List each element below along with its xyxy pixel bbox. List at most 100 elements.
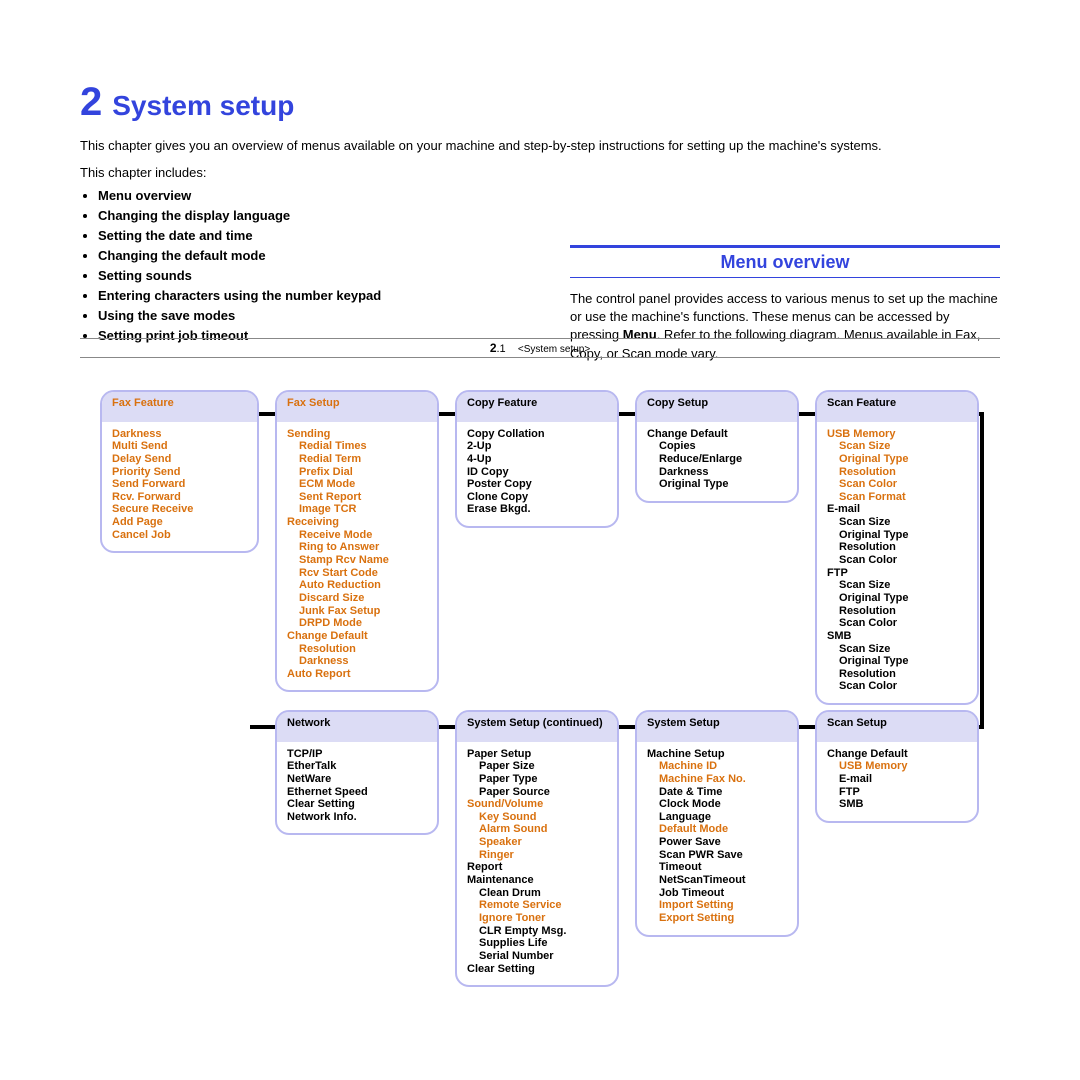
menu-item: NetScanTimeout [647,874,787,887]
menu-item: Scan Color [827,478,967,491]
menu-item: Clean Drum [467,887,607,900]
connector [980,412,984,727]
menu-item: Machine Setup [647,748,787,761]
menu-box-network: Network TCP/IP EtherTalk NetWare Etherne… [275,710,439,835]
menu-item: EtherTalk [287,760,427,773]
menu-item: Discard Size [287,592,427,605]
menu-box-head: Scan Setup [817,712,977,742]
menu-item: SMB [827,798,967,811]
menu-item: Original Type [827,655,967,668]
section-heading: Menu overview [570,245,1000,278]
menu-item: Change Default [827,748,967,761]
menu-item: Clone Copy [467,491,607,504]
menu-box-copy-feature: Copy Feature Copy Collation 2-Up 4-Up ID… [455,390,619,528]
menu-item: Timeout [647,861,787,874]
menu-item: Rcv Start Code [287,567,427,580]
menu-item: Multi Send [112,440,247,453]
menu-item: Paper Size [467,760,607,773]
menu-item: FTP [827,567,967,580]
menu-item: Resolution [827,541,967,554]
menu-item: Clear Setting [467,963,607,976]
menu-item: Remote Service [467,899,607,912]
menu-item: DRPD Mode [287,617,427,630]
menu-item: Original Type [827,592,967,605]
menu-item: Ringer [467,849,607,862]
menu-item: Sent Report [287,491,427,504]
menu-item: Rcv. Forward [112,491,247,504]
toc-item: Menu overview [98,188,1000,203]
menu-item: Speaker [467,836,607,849]
menu-item: Export Setting [647,912,787,925]
menu-item: Darkness [647,466,787,479]
menu-item: Import Setting [647,899,787,912]
toc-item: Setting the date and time [98,228,1000,243]
menu-item: Resolution [827,466,967,479]
menu-item: Priority Send [112,466,247,479]
menu-item: Auto Report [287,668,427,681]
menu-item: ID Copy [467,466,607,479]
menu-item: Copies [647,440,787,453]
menu-box-fax-feature: Fax Feature Darkness Multi Send Delay Se… [100,390,259,553]
menu-box-head: Network [277,712,437,742]
menu-box-scan-feature: Scan Feature USB Memory Scan Size Origin… [815,390,979,705]
menu-item: Machine Fax No. [647,773,787,786]
toc-item: Changing the display language [98,208,1000,223]
menu-item: Darkness [112,428,247,441]
page-footer: 2.1 <System setup> [80,338,1000,358]
menu-item: Scan Format [827,491,967,504]
menu-item: Paper Type [467,773,607,786]
menu-item: Delay Send [112,453,247,466]
menu-item: Resolution [287,643,427,656]
menu-item: Clock Mode [647,798,787,811]
menu-item: Auto Reduction [287,579,427,592]
menu-item: Scan Size [827,516,967,529]
menu-box-system-setup-continued: System Setup (continued) Paper Setup Pap… [455,710,619,987]
menu-box-head: System Setup [637,712,797,742]
menu-item: Scan Size [827,643,967,656]
menu-item: CLR Empty Msg. [467,925,607,938]
menu-item: NetWare [287,773,427,786]
menu-item: SMB [827,630,967,643]
menu-item: Scan Color [827,617,967,630]
menu-item: Resolution [827,668,967,681]
menu-item: Default Mode [647,823,787,836]
menu-item: Change Default [647,428,787,441]
menu-item: Reduce/Enlarge [647,453,787,466]
footer-section: <System setup> [518,344,590,355]
menu-item: Darkness [287,655,427,668]
menu-item: Paper Source [467,786,607,799]
menu-box-system-setup: System Setup Machine Setup Machine ID Ma… [635,710,799,937]
menu-item: Ethernet Speed [287,786,427,799]
menu-item: Junk Fax Setup [287,605,427,618]
menu-item: Original Type [827,453,967,466]
menu-item: Sending [287,428,427,441]
menu-item: Scan Color [827,554,967,567]
menu-item: Power Save [647,836,787,849]
menu-item: Redial Term [287,453,427,466]
menu-item: Original Type [827,529,967,542]
menu-item: Send Forward [112,478,247,491]
chapter-intro: This chapter gives you an overview of me… [80,137,1000,155]
menu-item: Scan PWR Save [647,849,787,862]
menu-item: Scan Color [827,680,967,693]
menu-box-copy-setup: Copy Setup Change Default Copies Reduce/… [635,390,799,503]
menu-diagram: Fax Feature Darkness Multi Send Delay Se… [100,390,1000,1010]
menu-box-head: System Setup (continued) [457,712,617,742]
menu-item: FTP [827,786,967,799]
menu-item: Receiving [287,516,427,529]
menu-item: Scan Size [827,440,967,453]
menu-item: Report [467,861,607,874]
menu-item: Ignore Toner [467,912,607,925]
menu-item: Add Page [112,516,247,529]
menu-item: Paper Setup [467,748,607,761]
menu-item: USB Memory [827,428,967,441]
chapter-title: System setup [112,90,294,122]
menu-item: Language [647,811,787,824]
menu-item: Clear Setting [287,798,427,811]
menu-item: Maintenance [467,874,607,887]
menu-item: Sound/Volume [467,798,607,811]
menu-item: ECM Mode [287,478,427,491]
menu-item: 2-Up [467,440,607,453]
menu-box-head: Scan Feature [817,392,977,422]
menu-item: Original Type [647,478,787,491]
